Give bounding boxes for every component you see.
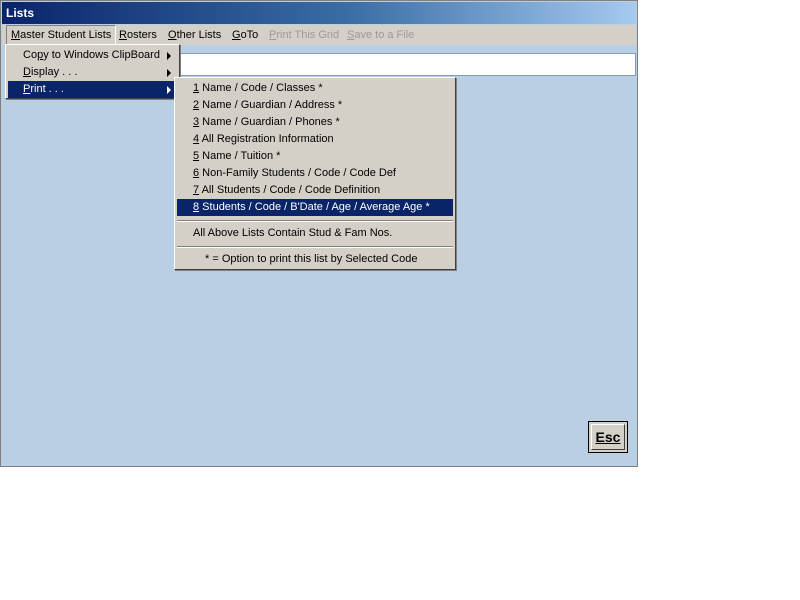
menu-other-lists[interactable]: Other Lists — [164, 25, 225, 45]
print-item-4[interactable]: 4 All Registration Information — [177, 131, 453, 148]
menu-goto[interactable]: GoTo — [228, 25, 262, 45]
menu-master-student-lists[interactable]: Master Student Lists — [6, 25, 117, 45]
master-student-lists-menu: Copy to Windows ClipBoard Display . . . … — [5, 44, 180, 99]
print-item-5[interactable]: 5 Name / Tuition * — [177, 148, 453, 165]
menu-separator — [177, 220, 453, 222]
print-submenu: 1 Name / Code / Classes * 2 Name / Guard… — [174, 77, 456, 270]
print-item-8[interactable]: 8 Students / Code / B'Date / Age / Avera… — [177, 199, 453, 216]
menu-separator — [177, 246, 453, 248]
menu-item-copy-to-clipboard[interactable]: Copy to Windows ClipBoard — [8, 47, 177, 64]
menu-save-to-file[interactable]: Save to a File — [343, 25, 418, 45]
grid-input-field[interactable] — [177, 53, 636, 76]
menu-print-this-grid[interactable]: Print This Grid — [265, 25, 343, 45]
esc-button[interactable]: Esc — [588, 421, 628, 453]
esc-button-label: Esc — [595, 429, 621, 445]
submenu-arrow-icon — [167, 86, 171, 94]
print-item-6[interactable]: 6 Non-Family Students / Code / Code Def — [177, 165, 453, 182]
menu-item-print[interactable]: Print . . . — [8, 81, 177, 98]
print-note-stud-fam: All Above Lists Contain Stud & Fam Nos. — [193, 227, 393, 239]
submenu-arrow-icon — [167, 69, 171, 77]
print-note-selected-code: * = Option to print this list by Selecte… — [205, 253, 418, 265]
window-title: Lists — [2, 2, 636, 24]
print-item-3[interactable]: 3 Name / Guardian / Phones * — [177, 114, 453, 131]
menu-item-display[interactable]: Display . . . — [8, 64, 177, 81]
print-item-1[interactable]: 1 Name / Code / Classes * — [177, 80, 453, 97]
menu-rosters[interactable]: Rosters — [115, 25, 161, 45]
menu-bar: Master Student Lists Rosters Other Lists… — [2, 25, 636, 45]
submenu-arrow-icon — [167, 52, 171, 60]
print-item-2[interactable]: 2 Name / Guardian / Address * — [177, 97, 453, 114]
print-item-7[interactable]: 7 All Students / Code / Code Definition — [177, 182, 453, 199]
